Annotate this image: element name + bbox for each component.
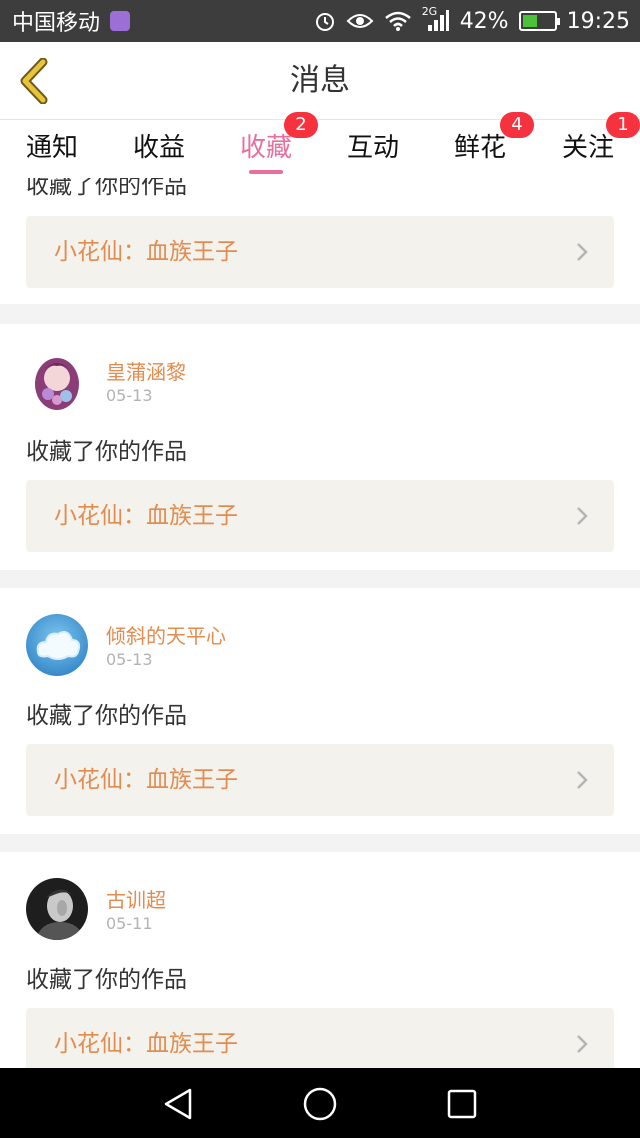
work-title: 小花仙：血族王子: [54, 1031, 238, 1057]
tab-follows[interactable]: 关注 1: [556, 112, 640, 178]
status-bar: 中国移动 2G 42% 19:25: [0, 0, 640, 42]
wifi-icon: [384, 11, 411, 31]
chevron-right-icon: [577, 1035, 588, 1053]
avatar[interactable]: [26, 614, 88, 676]
work-title: 小花仙：血族王子: [54, 239, 238, 265]
circle-home-icon: [303, 1087, 337, 1121]
app-header: 消息: [0, 42, 640, 120]
back-nav-button[interactable]: [156, 1082, 200, 1126]
post-date: 05-13: [106, 386, 153, 405]
alarm-icon: [315, 13, 334, 31]
page-title: 消息: [290, 63, 350, 98]
back-button[interactable]: [14, 56, 54, 106]
gallery-app-icon: [110, 11, 131, 31]
home-nav-button[interactable]: [298, 1082, 342, 1126]
post-date: 05-11: [106, 914, 153, 933]
tab-interactions[interactable]: 互动: [341, 120, 405, 178]
user-name[interactable]: 倾斜的天平心: [106, 620, 226, 649]
tab-favorites[interactable]: 收藏 2: [234, 112, 318, 178]
chevron-right-icon: [577, 243, 588, 261]
active-tab-indicator: [249, 170, 283, 174]
recents-nav-button[interactable]: [440, 1082, 484, 1126]
work-link[interactable]: 小花仙：血族王子: [26, 1008, 614, 1068]
tab-badge: 2: [284, 112, 318, 138]
eye-icon: [346, 14, 374, 28]
chevron-left-icon: [20, 58, 48, 104]
favorites-feed[interactable]: 收藏了你的作品 小花仙：血族王子 皇蒲涵黎 05-13 收藏了你的作品 小花仙：…: [0, 178, 640, 1068]
card-action-text: 收藏了你的作品: [26, 439, 187, 465]
system-nav-bar: [0, 1068, 640, 1138]
work-link[interactable]: 小花仙：血族王子: [26, 216, 614, 288]
tab-label: 收藏: [239, 133, 292, 163]
tab-label: 关注: [561, 133, 614, 163]
feed-card: 收藏了你的作品 小花仙：血族王子: [0, 178, 640, 304]
tab-earnings[interactable]: 收益: [127, 120, 191, 178]
card-action-text: 收藏了你的作品: [26, 178, 187, 199]
card-action-text: 收藏了你的作品: [26, 703, 187, 729]
work-link[interactable]: 小花仙：血族王子: [26, 744, 614, 816]
tab-notifications[interactable]: 通知: [20, 120, 84, 178]
work-title: 小花仙：血族王子: [54, 503, 238, 529]
signal-icon: 2G: [422, 5, 450, 33]
tab-bar: 通知 收益 收藏 2 互动 鲜花 4 关注 1: [0, 112, 640, 178]
card-action-text: 收藏了你的作品: [26, 967, 187, 993]
battery-icon: [518, 11, 560, 31]
triangle-back-icon: [164, 1088, 192, 1120]
work-title: 小花仙：血族王子: [54, 767, 238, 793]
user-name[interactable]: 古训超: [106, 884, 166, 913]
square-recents-icon: [447, 1089, 477, 1119]
tab-label: 互动: [346, 133, 399, 163]
feed-card: 皇蒲涵黎 05-13 收藏了你的作品 小花仙：血族王子: [0, 324, 640, 570]
tab-badge: 1: [606, 112, 640, 138]
avatar[interactable]: [26, 350, 88, 412]
avatar[interactable]: [26, 878, 88, 940]
tab-flowers[interactable]: 鲜花 4: [448, 112, 534, 178]
carrier-label: 中国移动: [12, 11, 101, 36]
tab-label: 鲜花: [453, 133, 506, 163]
work-link[interactable]: 小花仙：血族王子: [26, 480, 614, 552]
clock: 19:25: [566, 8, 630, 34]
chevron-right-icon: [577, 771, 588, 789]
tab-label: 通知: [25, 133, 78, 163]
tab-label: 收益: [132, 133, 185, 163]
user-name[interactable]: 皇蒲涵黎: [106, 356, 186, 385]
feed-card: 倾斜的天平心 05-13 收藏了你的作品 小花仙：血族王子: [0, 588, 640, 834]
tab-badge: 4: [500, 112, 534, 138]
chevron-right-icon: [577, 507, 588, 525]
post-date: 05-13: [106, 650, 153, 669]
feed-card: 古训超 05-11 收藏了你的作品 小花仙：血族王子: [0, 852, 640, 1068]
battery-percent: 42%: [459, 8, 509, 34]
